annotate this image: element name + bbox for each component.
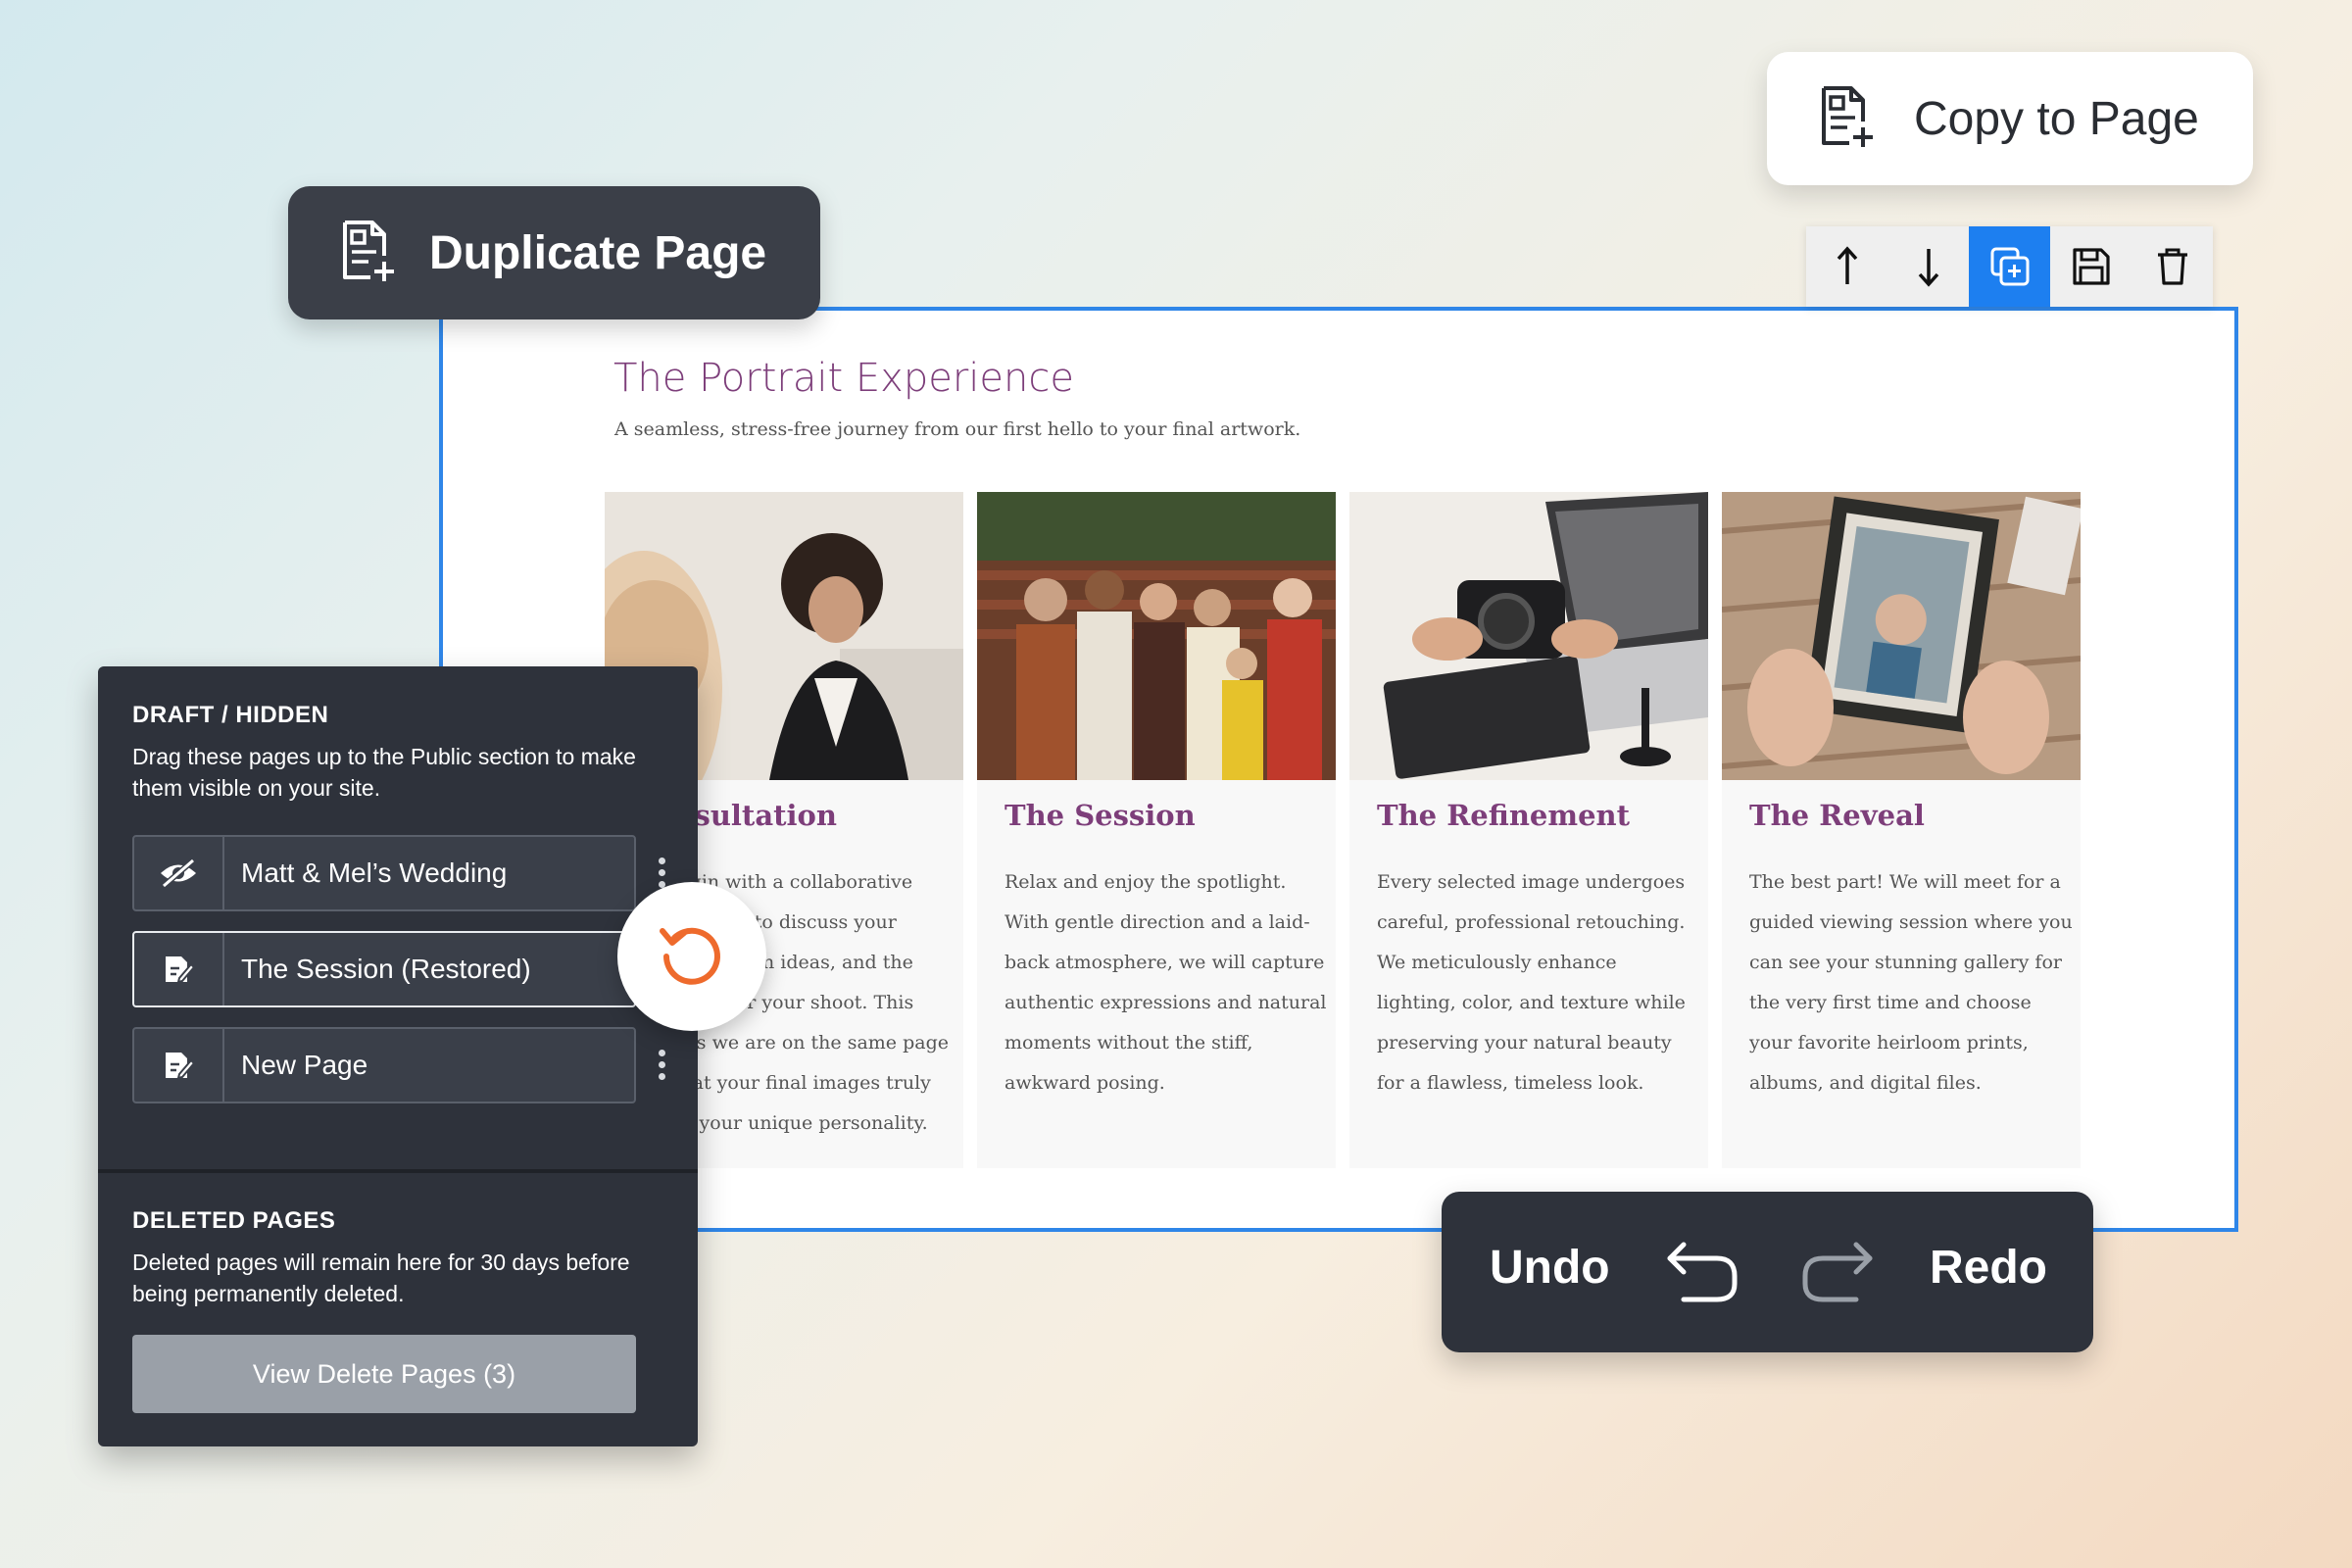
page-item-matt-mels-wedding[interactable]: Matt & Mel’s Wedding xyxy=(132,835,636,911)
copy-to-page-button[interactable]: Copy to Page xyxy=(1767,52,2253,185)
arrow-down-icon xyxy=(1918,249,1938,287)
page-item-the-session-restored[interactable]: The Session (Restored) xyxy=(132,931,636,1007)
arrow-up-icon xyxy=(1837,246,1857,284)
duplicate-section-button[interactable] xyxy=(1969,226,2050,307)
restore-page-button[interactable] xyxy=(617,882,766,1031)
save-icon xyxy=(2072,248,2110,285)
duplicate-page-label: Duplicate Page xyxy=(429,226,767,279)
section-toolbar xyxy=(1806,226,2213,307)
card-title: The Refinement xyxy=(1377,799,1630,832)
draft-hidden-heading: DRAFT / HIDDEN xyxy=(132,702,329,728)
process-card-session[interactable]: The Session Relax and enjoy the spotligh… xyxy=(977,492,1336,1168)
reveal-photo xyxy=(1722,492,2081,780)
undo-button[interactable]: Undo xyxy=(1490,1241,1610,1295)
deleted-pages-heading: DELETED PAGES xyxy=(132,1207,336,1234)
redo-button[interactable]: Redo xyxy=(1930,1241,2047,1295)
delete-section-button[interactable] xyxy=(2132,226,2213,307)
deleted-pages-description: Deleted pages will remain here for 30 da… xyxy=(132,1250,630,1306)
card-body: The best part! We will meet for a guided… xyxy=(1749,871,2073,1094)
move-down-button[interactable] xyxy=(1887,226,1969,307)
restore-icon xyxy=(660,927,720,985)
draft-edit-icon xyxy=(134,1029,224,1102)
page-item-new-page[interactable]: New Page xyxy=(132,1027,636,1103)
duplicate-icon xyxy=(1990,247,2029,286)
page-subtitle: A seamless, stress-free journey from our… xyxy=(614,418,1301,440)
copy-to-page-icon xyxy=(1818,84,1879,153)
redo-icon[interactable] xyxy=(1799,1241,1878,1305)
view-deleted-pages-button[interactable]: View Delete Pages (3) xyxy=(132,1335,636,1413)
page-item-label: Matt & Mel’s Wedding xyxy=(241,858,508,888)
pages-panel: DRAFT / HIDDEN Drag these pages up to th… xyxy=(98,666,698,1446)
save-section-button[interactable] xyxy=(2050,226,2132,307)
page-title: The Portrait Experience xyxy=(613,356,1074,401)
copy-to-page-label: Copy to Page xyxy=(1914,92,2199,145)
move-up-button[interactable] xyxy=(1806,226,1887,307)
card-body: Relax and enjoy the spotlight. With gent… xyxy=(1004,871,1327,1094)
card-title: The Session xyxy=(1004,799,1196,832)
hidden-eye-icon xyxy=(134,837,224,909)
card-body: Every selected image undergoes careful, … xyxy=(1377,871,1686,1094)
draft-edit-icon xyxy=(134,933,224,1005)
process-card-refinement[interactable]: The Refinement Every selected image unde… xyxy=(1349,492,1708,1168)
session-photo xyxy=(977,492,1336,780)
card-title: The Reveal xyxy=(1749,799,1925,832)
undo-icon[interactable] xyxy=(1662,1241,1740,1305)
history-bar: Undo Redo xyxy=(1442,1192,2093,1352)
page-item-label: The Session (Restored) xyxy=(241,954,531,984)
duplicate-page-icon xyxy=(339,219,400,287)
draft-hidden-description: Drag these pages up to the Public sectio… xyxy=(132,744,636,801)
page-item-label: New Page xyxy=(241,1050,368,1080)
trash-icon xyxy=(2157,248,2187,285)
page-preview[interactable]: The Portrait Experience A seamless, stre… xyxy=(439,307,2238,1232)
page-item-menu-icon[interactable] xyxy=(659,1050,666,1085)
refinement-photo xyxy=(1349,492,1708,780)
process-card-reveal[interactable]: The Reveal The best part! We will meet f… xyxy=(1722,492,2081,1168)
duplicate-page-button[interactable]: Duplicate Page xyxy=(288,186,820,319)
panel-divider xyxy=(98,1169,698,1173)
